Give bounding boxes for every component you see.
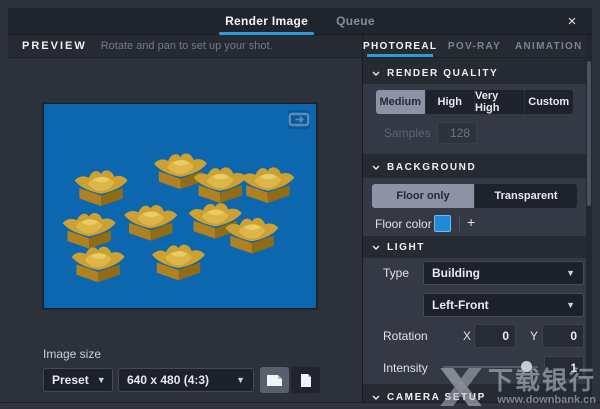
portrait-page-icon — [300, 373, 312, 388]
background-segmented-control: Floor only Transparent — [372, 184, 577, 208]
chevron-down-icon: ▼ — [558, 300, 575, 310]
intensity-label: Intensity — [383, 361, 428, 375]
orientation-landscape-button[interactable] — [260, 367, 289, 393]
rotation-x-input[interactable]: 0 — [474, 324, 516, 348]
light-type-label: Type — [383, 266, 409, 280]
chevron-down-icon — [372, 245, 380, 250]
transparent-button[interactable]: Transparent — [475, 184, 577, 208]
tab-photoreal[interactable]: PHOTOREAL — [363, 35, 437, 57]
preset-dropdown[interactable]: Preset ▼ — [43, 368, 113, 392]
scrollbar — [586, 35, 592, 402]
samples-label: Samples — [384, 126, 431, 140]
rotation-y-label: Y — [530, 329, 538, 343]
chevron-down-icon — [372, 71, 380, 76]
quality-high-button[interactable]: High — [426, 90, 476, 114]
floor-color-row: Floor color + — [363, 214, 586, 236]
rotation-y-input[interactable]: 0 — [542, 324, 584, 348]
render-quality-content: Medium High Very High Custom Samples 128 — [363, 84, 586, 154]
tab-render-image[interactable]: Render Image — [225, 8, 308, 35]
section-render-quality[interactable]: RENDER QUALITY — [363, 62, 586, 84]
size-value: 640 x 480 (4:3) — [127, 373, 209, 387]
section-background[interactable]: BACKGROUND — [363, 156, 586, 178]
intensity-slider[interactable] — [443, 355, 538, 379]
quality-segmented-control: Medium High Very High Custom — [376, 90, 573, 114]
scrollbar-thumb[interactable] — [587, 61, 591, 206]
dialog-bottom-edge — [0, 402, 600, 409]
preview-canvas-svg — [44, 104, 316, 308]
preset-value: Preset — [52, 373, 89, 387]
floor-only-button[interactable]: Floor only — [372, 184, 475, 208]
landscape-page-icon — [266, 374, 283, 387]
tab-animation[interactable]: ANIMATION — [512, 35, 586, 57]
preview-hint: Rotate and pan to set up your shot. — [101, 40, 273, 52]
preview-panel: PREVIEW Rotate and pan to set up your sh… — [8, 35, 362, 402]
image-size-label: Image size — [43, 347, 101, 361]
canvas-rotate-icon[interactable] — [288, 110, 310, 129]
light-type-dropdown[interactable]: Building ▼ — [423, 261, 584, 285]
floor-color-label: Floor color — [375, 217, 432, 231]
settings-panel: PHOTOREAL POV-RAY ANIMATION RENDER QUALI… — [363, 35, 592, 402]
chevron-down-icon: ▼ — [228, 375, 245, 385]
preview-header: PREVIEW Rotate and pan to set up your sh… — [8, 35, 362, 58]
samples-row: Samples 128 — [363, 120, 586, 146]
divider — [459, 216, 460, 231]
light-content: Type Building ▼ Left-Front ▼ Rotation X … — [363, 258, 586, 384]
orientation-portrait-button[interactable] — [291, 367, 320, 393]
quality-medium-button[interactable]: Medium — [376, 90, 426, 114]
slider-handle[interactable] — [521, 361, 532, 372]
tab-queue[interactable]: Queue — [336, 8, 375, 35]
render-preview-canvas[interactable] — [43, 103, 317, 309]
close-icon[interactable]: × — [562, 12, 582, 32]
light-direction-dropdown[interactable]: Left-Front ▼ — [423, 293, 584, 317]
chevron-down-icon: ▼ — [558, 268, 575, 278]
section-light[interactable]: LIGHT — [363, 236, 586, 258]
samples-input[interactable]: 128 — [437, 122, 477, 144]
rotation-x-label: X — [463, 329, 471, 343]
quality-custom-button[interactable]: Custom — [525, 90, 574, 114]
preview-title: PREVIEW — [22, 40, 87, 52]
chevron-down-icon — [372, 395, 380, 400]
tab-povray[interactable]: POV-RAY — [437, 35, 511, 57]
title-bar: Render Image Queue × — [8, 8, 592, 35]
chevron-down-icon: ▼ — [89, 375, 106, 385]
intensity-input[interactable]: 1 — [544, 356, 584, 380]
render-dialog: Render Image Queue × PREVIEW Rotate and … — [0, 0, 600, 409]
rotation-label: Rotation — [383, 329, 428, 343]
background-content: Floor only Transparent Floor color + — [363, 178, 586, 236]
quality-very-high-button[interactable]: Very High — [475, 90, 525, 114]
floor-color-swatch[interactable] — [434, 215, 451, 232]
chevron-down-icon — [372, 165, 380, 170]
size-dropdown[interactable]: 640 x 480 (4:3) ▼ — [118, 368, 254, 392]
render-engine-tabs: PHOTOREAL POV-RAY ANIMATION — [363, 35, 586, 58]
add-color-button[interactable]: + — [467, 214, 475, 230]
section-camera-setup[interactable]: CAMERA SETUP — [363, 386, 586, 402]
